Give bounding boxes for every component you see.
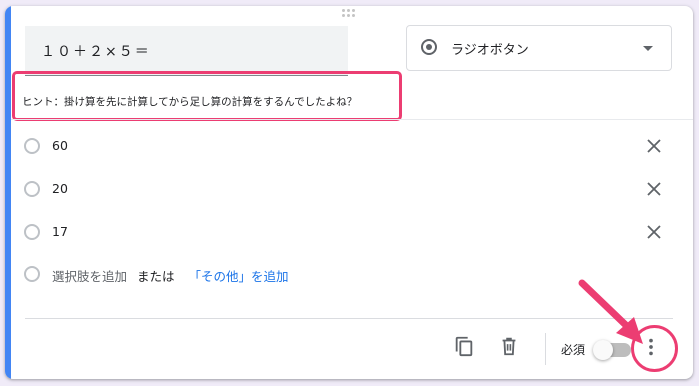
pointer-arrow-annotation	[578, 279, 643, 344]
